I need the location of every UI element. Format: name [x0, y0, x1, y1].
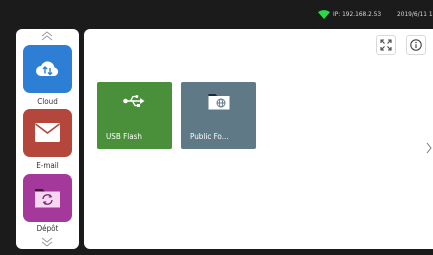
- fullscreen-button[interactable]: [376, 35, 396, 55]
- email-app-label: E-mail: [36, 161, 59, 170]
- envelope-icon: [35, 123, 60, 142]
- info-icon: [410, 39, 422, 51]
- network-folder-icon: [208, 94, 230, 110]
- folder-sync-icon: [35, 189, 60, 208]
- double-chevron-down-icon[interactable]: [40, 237, 54, 247]
- depot-app-label: Dépôt: [36, 224, 59, 233]
- ip-address: IP: 192.168.2.53: [333, 10, 382, 18]
- main-panel: USB Flash Public Fo...: [84, 29, 433, 249]
- info-button[interactable]: [406, 35, 426, 55]
- chevron-right-icon[interactable]: [426, 142, 432, 154]
- public-folder-tile[interactable]: Public Fo...: [181, 82, 256, 149]
- cloud-app-label: Cloud: [37, 97, 58, 106]
- date-time: 2019/6/11 1: [397, 10, 433, 18]
- usb-flash-tile[interactable]: USB Flash: [97, 82, 172, 149]
- expand-icon: [380, 39, 392, 51]
- wifi-icon: [318, 10, 330, 19]
- usb-flash-label: USB Flash: [106, 132, 142, 141]
- app-sidebar: Cloud E-mail Dépôt: [16, 29, 79, 249]
- double-chevron-up-icon[interactable]: [40, 31, 54, 41]
- public-folder-label: Public Fo...: [190, 132, 229, 141]
- usb-icon: [123, 95, 145, 107]
- cloud-app-button[interactable]: [23, 45, 72, 93]
- cloud-sync-icon: [36, 61, 59, 76]
- email-app-button[interactable]: [23, 109, 72, 157]
- depot-app-button[interactable]: [23, 174, 72, 222]
- status-bar: IP: 192.168.2.53 2019/6/11 1: [0, 0, 433, 28]
